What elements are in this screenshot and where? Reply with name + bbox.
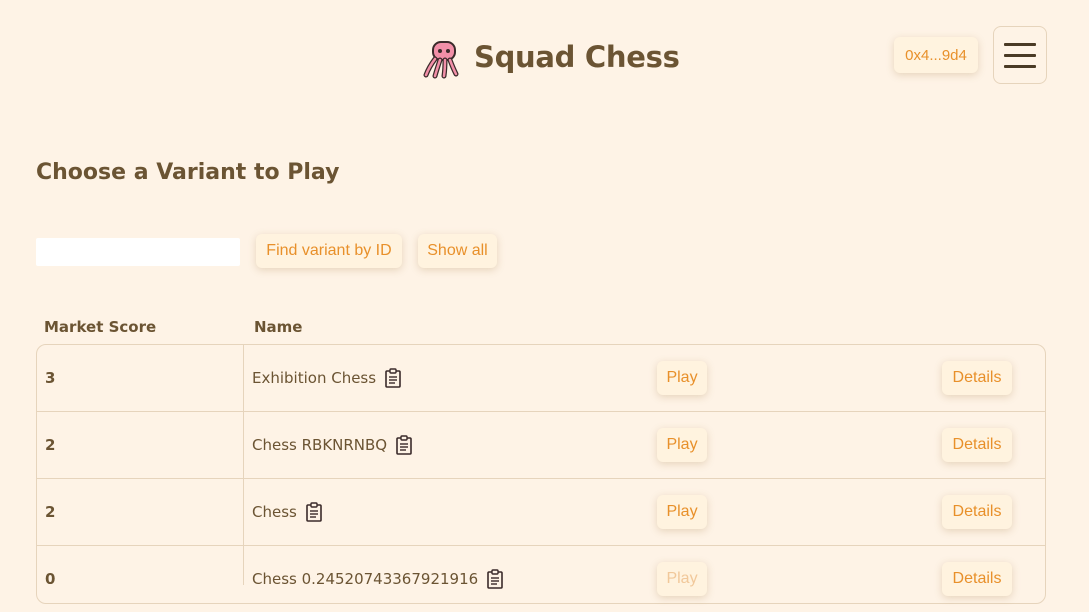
find-variant-button[interactable]: Find variant by ID (256, 234, 402, 268)
menu-icon (1004, 42, 1036, 46)
market-score: 2 (45, 503, 56, 521)
clipboard-icon[interactable] (395, 435, 413, 455)
squid-logo-icon (423, 41, 459, 79)
menu-button[interactable] (993, 26, 1047, 84)
wallet-address-button[interactable]: 0x4...9d4 (894, 37, 978, 73)
app-title: Squad Chess (474, 40, 680, 74)
show-all-button[interactable]: Show all (418, 234, 497, 268)
table-row: 0 Chess 0.24520743367921916 Play Details (37, 546, 1045, 612)
menu-icon (1004, 53, 1036, 57)
details-button[interactable]: Details (942, 495, 1012, 529)
variant-name-label: Chess RBKNRNBQ (252, 436, 388, 454)
variant-name: Exhibition Chess (252, 345, 402, 411)
column-header-market-score: Market Score (44, 318, 157, 336)
table-row: 2 Chess Play Details (37, 479, 1045, 545)
column-header-name: Name (254, 318, 303, 336)
page-title: Choose a Variant to Play (36, 160, 340, 185)
variant-name-label: Chess 0.24520743367921916 (252, 570, 479, 588)
market-score: 0 (45, 570, 56, 588)
market-score: 3 (45, 369, 56, 387)
variant-name-label: Chess (252, 503, 297, 521)
clipboard-icon[interactable] (305, 502, 323, 522)
table-row: 3 Exhibition Chess Play Details (37, 345, 1045, 411)
variant-id-input[interactable] (36, 238, 240, 266)
variant-name: Chess 0.24520743367921916 (252, 546, 504, 612)
variant-name: Chess (252, 479, 323, 545)
details-button[interactable]: Details (942, 562, 1012, 596)
play-button[interactable]: Play (657, 428, 707, 462)
details-button[interactable]: Details (942, 361, 1012, 395)
clipboard-icon[interactable] (486, 569, 504, 589)
market-score: 2 (45, 436, 56, 454)
variant-name: Chess RBKNRNBQ (252, 412, 413, 478)
play-button[interactable]: Play (657, 361, 707, 395)
table-row: 2 Chess RBKNRNBQ Play Details (37, 412, 1045, 478)
variant-name-label: Exhibition Chess (252, 369, 377, 387)
details-button[interactable]: Details (942, 428, 1012, 462)
play-button[interactable]: Play (657, 562, 707, 596)
play-button[interactable]: Play (657, 495, 707, 529)
clipboard-icon[interactable] (384, 368, 402, 388)
menu-icon (1004, 64, 1036, 68)
header: Squad Chess 0x4...9d4 (0, 0, 1089, 110)
